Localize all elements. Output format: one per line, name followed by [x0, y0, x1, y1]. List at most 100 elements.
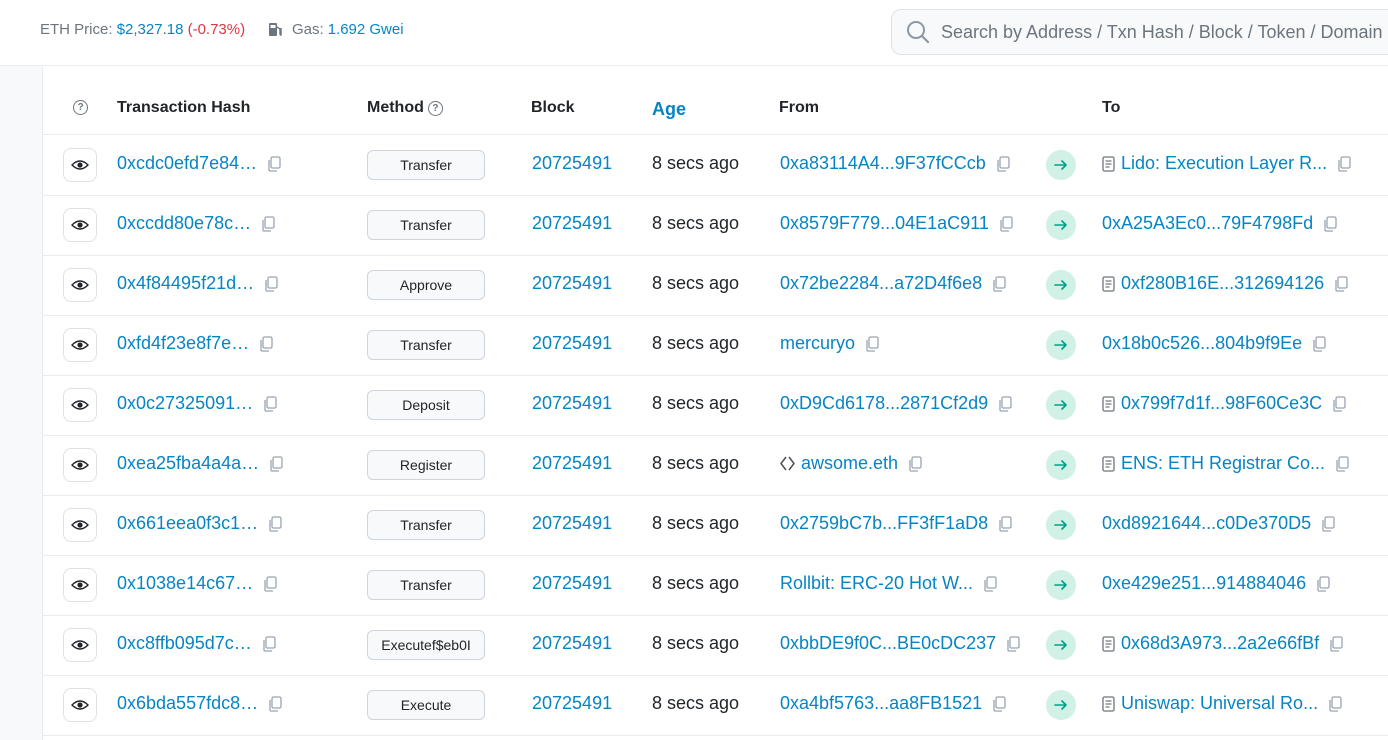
copy-icon[interactable]: [263, 575, 277, 592]
block-link[interactable]: 20725491: [532, 573, 612, 594]
to-address-link[interactable]: 0x18b0c526...804b9f9Ee: [1102, 333, 1302, 354]
copy-icon[interactable]: [908, 455, 922, 472]
preview-eye-button[interactable]: [63, 448, 97, 482]
to-address-link[interactable]: ENS: ETH Registrar Co...: [1121, 453, 1325, 474]
copy-icon[interactable]: [998, 515, 1012, 532]
block-link[interactable]: 20725491: [532, 453, 612, 474]
txhash-link[interactable]: 0x6bda557fdc8…: [117, 693, 258, 714]
block-link[interactable]: 20725491: [532, 513, 612, 534]
to-cell: 0xe429e251...914884046: [1102, 573, 1330, 594]
txhash-link[interactable]: 0xea25fba4a4a…: [117, 453, 259, 474]
copy-icon[interactable]: [999, 215, 1013, 232]
help-header[interactable]: ?: [73, 100, 88, 115]
from-address-link[interactable]: 0xD9Cd6178...2871Cf2d9: [780, 393, 988, 414]
method-badge[interactable]: Deposit: [367, 390, 485, 420]
copy-icon[interactable]: [983, 575, 997, 592]
txhash-link[interactable]: 0xfd4f23e8f7e…: [117, 333, 249, 354]
txhash-link[interactable]: 0xcdc0efd7e84…: [117, 153, 257, 174]
copy-icon[interactable]: [1323, 215, 1337, 232]
txhash-link[interactable]: 0xc8ffb095d7c…: [117, 633, 252, 654]
copy-icon[interactable]: [1334, 275, 1348, 292]
preview-eye-button[interactable]: [63, 628, 97, 662]
method-badge[interactable]: Transfer: [367, 570, 485, 600]
preview-eye-button[interactable]: [63, 388, 97, 422]
eye-icon: [71, 579, 89, 591]
to-address-link[interactable]: 0xA25A3Ec0...79F4798Fd: [1102, 213, 1313, 234]
copy-icon[interactable]: [267, 155, 281, 172]
copy-icon[interactable]: [1312, 335, 1326, 352]
method-info-icon[interactable]: ?: [427, 100, 443, 116]
to-address-link[interactable]: Uniswap: Universal Ro...: [1121, 693, 1318, 714]
copy-icon[interactable]: [1316, 575, 1330, 592]
arrow-right-icon: [1046, 150, 1076, 180]
from-address-link[interactable]: 0xa83114A4...9F37fCCcb: [780, 153, 986, 174]
txhash-link[interactable]: 0x1038e14c67…: [117, 573, 253, 594]
copy-icon[interactable]: [1328, 695, 1342, 712]
preview-eye-button[interactable]: [63, 148, 97, 182]
block-link[interactable]: 20725491: [532, 333, 612, 354]
to-address-link[interactable]: 0x68d3A973...2a2e66fBf: [1121, 633, 1319, 654]
gas-value[interactable]: 1.692 Gwei: [328, 21, 404, 38]
from-address-link[interactable]: 0xbbDE9f0C...BE0cDC237: [780, 633, 996, 654]
from-address-link[interactable]: 0xa4bf5763...aa8FB1521: [780, 693, 982, 714]
block-link[interactable]: 20725491: [532, 633, 612, 654]
copy-icon[interactable]: [1329, 635, 1343, 652]
copy-icon[interactable]: [1332, 395, 1346, 412]
txhash-link[interactable]: 0x661eea0f3c1…: [117, 513, 258, 534]
preview-eye-button[interactable]: [63, 688, 97, 722]
txhash-link[interactable]: 0x4f84495f21d…: [117, 273, 254, 294]
to-address-link[interactable]: Lido: Execution Layer R...: [1121, 153, 1327, 174]
method-badge[interactable]: Approve: [367, 270, 485, 300]
copy-icon[interactable]: [1006, 635, 1020, 652]
method-badge[interactable]: Transfer: [367, 510, 485, 540]
copy-icon[interactable]: [264, 275, 278, 292]
copy-icon[interactable]: [263, 395, 277, 412]
to-address-link[interactable]: 0xe429e251...914884046: [1102, 573, 1306, 594]
to-address-link[interactable]: 0xf280B16E...312694126: [1121, 273, 1324, 294]
preview-eye-button[interactable]: [63, 328, 97, 362]
search-box[interactable]: [891, 9, 1388, 55]
from-address-link[interactable]: awsome.eth: [801, 453, 898, 474]
from-address-link[interactable]: mercuryo: [780, 333, 855, 354]
from-address-link[interactable]: 0x72be2284...a72D4f6e8: [780, 273, 982, 294]
block-link[interactable]: 20725491: [532, 273, 612, 294]
copy-icon[interactable]: [998, 395, 1012, 412]
method-badge[interactable]: Transfer: [367, 150, 485, 180]
method-badge[interactable]: Register: [367, 450, 485, 480]
search-input[interactable]: [941, 21, 1388, 43]
from-address-link[interactable]: 0x8579F779...04E1aC911: [780, 213, 989, 234]
preview-eye-button[interactable]: [63, 568, 97, 602]
txhash-link[interactable]: 0x0c27325091…: [117, 393, 253, 414]
block-link[interactable]: 20725491: [532, 393, 612, 414]
block-link[interactable]: 20725491: [532, 153, 612, 174]
copy-icon[interactable]: [269, 455, 283, 472]
txhash-link[interactable]: 0xccdd80e78c…: [117, 213, 251, 234]
block-link[interactable]: 20725491: [532, 693, 612, 714]
copy-icon[interactable]: [262, 635, 276, 652]
copy-icon[interactable]: [261, 215, 275, 232]
to-address-link[interactable]: 0xd8921644...c0De370D5: [1102, 513, 1311, 534]
preview-eye-button[interactable]: [63, 268, 97, 302]
copy-icon[interactable]: [1337, 155, 1351, 172]
method-badge[interactable]: Transfer: [367, 330, 485, 360]
from-address-link[interactable]: Rollbit: ERC-20 Hot W...: [780, 573, 973, 594]
to-address-link[interactable]: 0x799f7d1f...98F60Ce3C: [1121, 393, 1322, 414]
eth-price-value[interactable]: $2,327.18: [117, 21, 184, 38]
copy-icon[interactable]: [992, 695, 1006, 712]
preview-eye-button[interactable]: [63, 508, 97, 542]
method-badge[interactable]: Execute: [367, 690, 485, 720]
method-badge[interactable]: Executef$eb0I: [367, 630, 485, 660]
copy-icon[interactable]: [996, 155, 1010, 172]
method-badge[interactable]: Transfer: [367, 210, 485, 240]
copy-icon[interactable]: [1321, 515, 1335, 532]
copy-icon[interactable]: [865, 335, 879, 352]
header-age[interactable]: Age: [652, 99, 686, 120]
copy-icon[interactable]: [259, 335, 273, 352]
preview-eye-button[interactable]: [63, 208, 97, 242]
copy-icon[interactable]: [1335, 455, 1349, 472]
copy-icon[interactable]: [268, 695, 282, 712]
copy-icon[interactable]: [268, 515, 282, 532]
copy-icon[interactable]: [992, 275, 1006, 292]
from-address-link[interactable]: 0x2759bC7b...FF3fF1aD8: [780, 513, 988, 534]
block-link[interactable]: 20725491: [532, 213, 612, 234]
